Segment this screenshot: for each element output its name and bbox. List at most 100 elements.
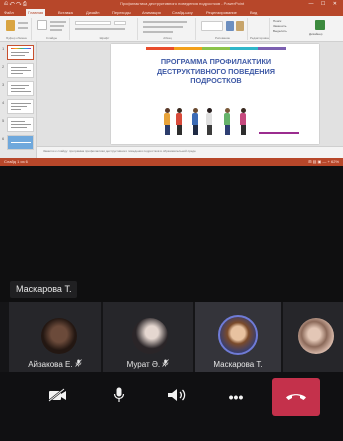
ribbon-group-drawing: Рисование — [198, 18, 248, 40]
hang-up-button[interactable] — [272, 378, 320, 416]
camera-toggle-button[interactable] — [34, 378, 82, 416]
participant-avatar — [298, 318, 334, 354]
video-call-screen: ⎌ ↶ ↷ ⎙ Профилактика деструктивного пове… — [0, 0, 343, 441]
ribbon-group-font: Шрифт — [72, 18, 138, 40]
ribbon-group-label: Рисование — [214, 36, 231, 40]
stripe-segment — [258, 47, 286, 50]
participant-tile[interactable] — [283, 302, 343, 372]
slide-thumbnail: 4 — [2, 99, 34, 114]
ribbon-right-group: Поиск Заменить Выделить Дизайнер — [271, 18, 341, 40]
slide-thumbnail: 6 — [2, 135, 34, 150]
participant-name: Мурат Ә. — [103, 359, 193, 369]
slide-thumbnail: 1 — [2, 45, 34, 60]
arrange-icon — [226, 21, 234, 31]
ribbon-tab-insert: Вставка — [58, 10, 73, 15]
ribbon-line — [50, 21, 66, 23]
call-controls: ••• — [0, 372, 343, 441]
designer-icon — [315, 20, 325, 30]
stripe-segment — [146, 47, 174, 50]
more-options-button[interactable]: ••• — [212, 378, 260, 416]
mic-off-icon — [75, 359, 82, 369]
slide-person-figure — [205, 108, 213, 135]
slide-person-figure — [175, 108, 183, 135]
camera-off-icon — [48, 387, 68, 407]
ribbon-tab-review: Рецензирование — [206, 10, 237, 15]
view-zoom-controls: ⊞ ▤ ▣ — + 62% — [308, 159, 339, 164]
quick-styles-icon — [236, 21, 244, 31]
participant-tile[interactable]: Айзакова Е. — [9, 302, 101, 372]
slide-accent-line — [259, 132, 299, 134]
slide-person-figure — [191, 108, 199, 135]
ribbon-tab-transitions: Переходы — [112, 10, 131, 15]
notes-text: Заметки к слайду: программа профилактики… — [43, 149, 196, 153]
participants-strip: Айзакова Е. Мурат Ә. Маскарова Т. — [0, 302, 343, 372]
notes-pane: Заметки к слайду: программа профилактики… — [37, 146, 343, 158]
ribbon-tab-design: Дизайн — [86, 10, 100, 15]
stripe-segment — [174, 47, 202, 50]
ribbon-line — [18, 22, 28, 24]
mic-icon — [113, 387, 125, 408]
ribbon-line — [50, 29, 62, 31]
participant-name: Маскарова Т. — [213, 360, 263, 369]
font-name-box — [75, 21, 111, 25]
speaker-button[interactable] — [153, 378, 201, 416]
font-size-box — [114, 21, 126, 25]
ribbon-line — [143, 21, 187, 23]
quick-access-toolbar: ⎌ ↶ ↷ ⎙ — [4, 1, 27, 7]
slide-person-figure — [163, 108, 171, 135]
participant-name: Айзакова Е. — [9, 359, 101, 369]
slide-title: ПРОГРАММА ПРОФИЛАКТИКИ ДЕСТРУКТИВНОГО ПО… — [156, 57, 276, 85]
speaker-icon — [167, 388, 187, 407]
slide-person-figure — [223, 108, 231, 135]
slide-canvas: ПРОГРАММА ПРОФИЛАКТИКИ ДЕСТРУКТИВНОГО ПО… — [111, 44, 319, 144]
slide-editor: ПРОГРАММА ПРОФИЛАКТИКИ ДЕСТРУКТИВНОГО ПО… — [37, 42, 343, 146]
participant-avatar — [132, 318, 168, 354]
more-icon: ••• — [228, 389, 244, 405]
shapes-gallery-icon — [201, 21, 223, 31]
slide-thumbnail: 2 — [2, 63, 34, 78]
hang-up-icon — [285, 388, 307, 406]
participant-avatar — [218, 315, 258, 355]
ribbon-group-label: Редактирование — [250, 36, 269, 40]
ribbon-group-clipboard: Буфер обмена — [2, 18, 32, 40]
stripe-segment — [202, 47, 230, 50]
ribbon-line — [143, 26, 183, 28]
paste-icon — [6, 20, 15, 31]
ribbon-group-paragraph: Абзац — [140, 18, 196, 40]
ribbon-group-label: Слайды — [45, 36, 58, 40]
ribbon-group-label: Шрифт — [99, 36, 110, 40]
stripe-segment — [230, 47, 258, 50]
ribbon-line — [75, 28, 125, 30]
ribbon-tab-slideshow: Слайд-шоу — [172, 10, 193, 15]
find-command: Поиск — [273, 19, 282, 23]
ribbon-tabs: Файл Главная Вставка Дизайн Переходы Ани… — [0, 9, 343, 16]
ribbon-tab-file: Файл — [4, 10, 14, 15]
ribbon-group-editing: Редактирование — [250, 18, 270, 40]
participant-tile-active[interactable]: Маскарова Т. — [195, 302, 281, 372]
slide-person-figure — [239, 108, 247, 135]
slide-thumbnail: 5 — [2, 117, 34, 132]
designer-command: Дизайнер — [309, 32, 323, 36]
new-slide-icon — [37, 20, 47, 30]
mic-toggle-button[interactable] — [95, 378, 143, 416]
participant-avatar — [41, 318, 77, 354]
window-controls: — ☐ ✕ — [308, 1, 340, 7]
powerpoint-statusbar: Слайд 1 из 6 ⊞ ▤ ▣ — + 62% — [0, 158, 343, 166]
participant-tile[interactable]: Мурат Ә. — [103, 302, 193, 372]
ribbon-group-label: Буфер обмена — [6, 36, 27, 40]
presenter-name-tag: Маскарова Т. — [10, 281, 78, 298]
ribbon-group-slides: Слайды — [34, 18, 70, 40]
ribbon-line — [143, 31, 173, 33]
ribbon-tab-view: Вид — [250, 10, 258, 15]
replace-command: Заменить — [273, 24, 287, 28]
mic-off-icon — [162, 359, 170, 369]
ribbon-line — [18, 27, 28, 29]
ribbon: Буфер обмена Слайды Шрифт Абзац Рисовани… — [0, 16, 343, 42]
slide-counter: Слайд 1 из 6 — [4, 159, 28, 164]
slide-thumbnails: 1 2 3 4 5 6 — [0, 42, 37, 158]
shared-screen: ⎌ ↶ ↷ ⎙ Профилактика деструктивного пове… — [0, 0, 343, 166]
slide-color-stripe — [146, 47, 286, 50]
window-title: Профилактика деструктивного поведения по… — [120, 1, 245, 6]
ribbon-tab-home: Главная — [26, 9, 46, 16]
ribbon-group-label: Абзац — [163, 36, 172, 40]
